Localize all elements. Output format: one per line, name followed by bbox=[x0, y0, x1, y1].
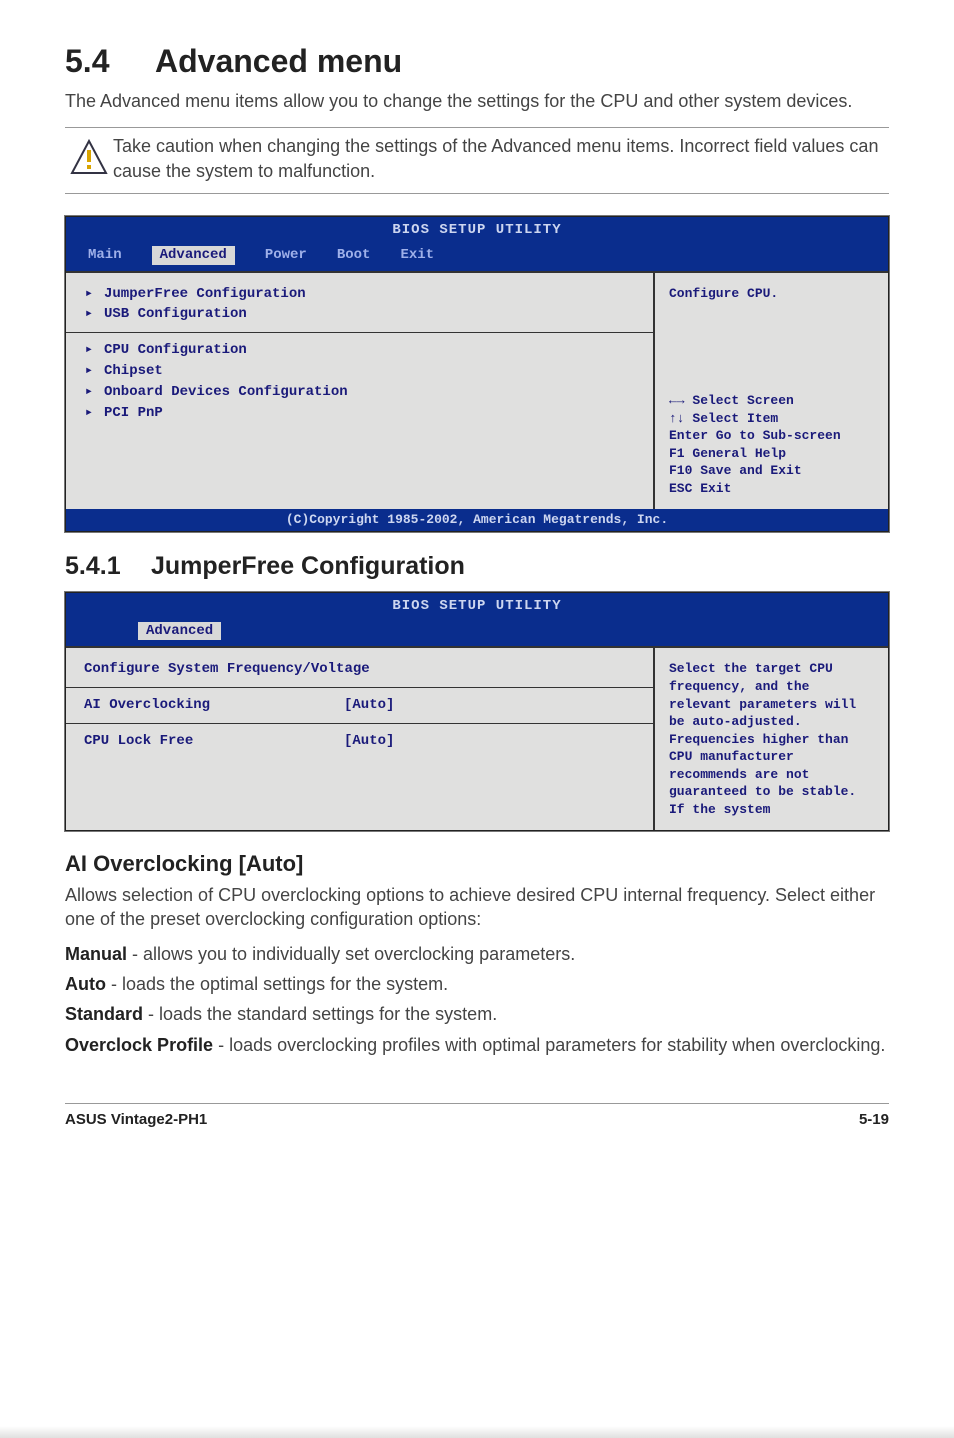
bios-body: ▸ JumperFree Configuration ▸ USB Configura… bbox=[66, 271, 888, 510]
bios-item: ▸ CPU Configuration bbox=[84, 341, 635, 360]
bios-screenshot-advanced: BIOS SETUP UTILITY Main Advanced Power B… bbox=[65, 216, 889, 532]
option-name: Manual bbox=[65, 944, 127, 964]
bios-tab-bar: Main Advanced Power Boot Exit bbox=[66, 246, 888, 271]
bios-divider bbox=[66, 723, 653, 724]
field-heading: AI Overclocking [Auto] bbox=[65, 849, 889, 879]
bios-item: ▸ USB Configuration bbox=[84, 305, 635, 324]
bios-tab-exit: Exit bbox=[400, 246, 434, 265]
option-line: Auto - loads the optimal settings for th… bbox=[65, 972, 889, 996]
field-description: Allows selection of CPU overclocking opt… bbox=[65, 883, 889, 932]
footer-product: ASUS Vintage2-PH1 bbox=[65, 1110, 207, 1130]
fade-decoration bbox=[0, 1426, 954, 1438]
nav-line: ←→ Select Screen bbox=[669, 392, 874, 410]
submenu-arrow-icon: ▸ bbox=[84, 362, 94, 381]
option-name: Auto bbox=[65, 974, 106, 994]
bios-setting-value: [Auto] bbox=[344, 732, 394, 751]
submenu-arrow-icon: ▸ bbox=[84, 285, 94, 304]
bios-item-label: Onboard Devices Configuration bbox=[104, 383, 348, 402]
bios-help-text: Configure CPU. bbox=[669, 285, 874, 303]
bios-help-text: Select the target CPU frequency, and the… bbox=[669, 660, 874, 818]
bios-item-label: PCI PnP bbox=[104, 404, 163, 423]
bios-tab-bar: Advanced bbox=[66, 622, 888, 647]
bios-section-label: Configure System Frequency/Voltage bbox=[84, 660, 635, 679]
submenu-arrow-icon: ▸ bbox=[84, 341, 94, 360]
subsection-number: 5.4.1 bbox=[65, 550, 151, 584]
bios-setting-row: AI Overclocking [Auto] bbox=[84, 696, 635, 715]
nav-line: F10 Save and Exit bbox=[669, 462, 874, 480]
option-name: Overclock Profile bbox=[65, 1035, 213, 1055]
option-line: Standard - loads the standard settings f… bbox=[65, 1002, 889, 1026]
bios-left-panel: Configure System Frequency/Voltage AI Ov… bbox=[66, 648, 653, 830]
option-desc: - loads overclocking profiles with optim… bbox=[213, 1035, 885, 1055]
bios-screenshot-jumperfree: BIOS SETUP UTILITY Advanced Configure Sy… bbox=[65, 592, 889, 832]
bios-tab-boot: Boot bbox=[337, 246, 371, 265]
bios-item: ▸ JumperFree Configuration bbox=[84, 285, 635, 304]
section-number: 5.4 bbox=[65, 40, 155, 83]
section-title-text: Advanced menu bbox=[155, 43, 402, 79]
bios-divider bbox=[66, 332, 653, 333]
bios-left-panel: ▸ JumperFree Configuration ▸ USB Configura… bbox=[66, 273, 653, 510]
nav-line: F1 General Help bbox=[669, 445, 874, 463]
bios-tab-main: Main bbox=[88, 246, 122, 265]
option-name: Standard bbox=[65, 1004, 143, 1024]
bios-divider bbox=[66, 687, 653, 688]
bios-footer: (C)Copyright 1985-2002, American Megatre… bbox=[66, 509, 888, 531]
footer-page-number: 5-19 bbox=[859, 1110, 889, 1130]
bios-item-label: Chipset bbox=[104, 362, 163, 381]
bios-item-label: JumperFree Configuration bbox=[104, 285, 306, 304]
bios-setting-row: CPU Lock Free [Auto] bbox=[84, 732, 635, 751]
bios-title: BIOS SETUP UTILITY bbox=[66, 217, 888, 246]
option-desc: - loads the standard settings for the sy… bbox=[143, 1004, 497, 1024]
bios-tab-advanced: Advanced bbox=[138, 622, 221, 641]
bios-tab-power: Power bbox=[265, 246, 307, 265]
subsection-heading: 5.4.1JumperFree Configuration bbox=[65, 550, 889, 584]
bios-item-label: USB Configuration bbox=[104, 305, 247, 324]
section-heading: 5.4Advanced menu bbox=[65, 40, 889, 83]
submenu-arrow-icon: ▸ bbox=[84, 404, 94, 423]
bios-title: BIOS SETUP UTILITY bbox=[66, 593, 888, 622]
bios-body: Configure System Frequency/Voltage AI Ov… bbox=[66, 646, 888, 830]
submenu-arrow-icon: ▸ bbox=[84, 305, 94, 324]
section-intro: The Advanced menu items allow you to cha… bbox=[65, 89, 889, 113]
bios-item: ▸ Onboard Devices Configuration bbox=[84, 383, 635, 402]
bios-nav-help: ←→ Select Screen ↑↓ Select Item Enter Go… bbox=[669, 392, 874, 497]
page-footer: ASUS Vintage2-PH1 5-19 bbox=[65, 1103, 889, 1130]
bios-setting-label: AI Overclocking bbox=[84, 696, 344, 715]
bios-setting-label: CPU Lock Free bbox=[84, 732, 344, 751]
subsection-title: JumperFree Configuration bbox=[151, 552, 465, 580]
nav-line: Enter Go to Sub-screen bbox=[669, 427, 874, 445]
option-desc: - loads the optimal settings for the sys… bbox=[106, 974, 448, 994]
caution-block: Take caution when changing the settings … bbox=[65, 127, 889, 193]
bios-item: ▸ PCI PnP bbox=[84, 404, 635, 423]
bios-tab-advanced: Advanced bbox=[152, 246, 235, 265]
option-line: Manual - allows you to individually set … bbox=[65, 942, 889, 966]
bios-help-panel: Configure CPU. ←→ Select Screen ↑↓ Selec… bbox=[653, 273, 888, 510]
nav-line: ESC Exit bbox=[669, 480, 874, 498]
fade-decoration bbox=[66, 818, 653, 830]
option-line: Overclock Profile - loads overclocking p… bbox=[65, 1033, 889, 1057]
bios-help-panel: Select the target CPU frequency, and the… bbox=[653, 648, 888, 830]
caution-text: Take caution when changing the settings … bbox=[113, 134, 889, 183]
bios-setting-value: [Auto] bbox=[344, 696, 394, 715]
bios-item-label: CPU Configuration bbox=[104, 341, 247, 360]
caution-icon bbox=[65, 134, 113, 184]
option-desc: - allows you to individually set overclo… bbox=[127, 944, 575, 964]
submenu-arrow-icon: ▸ bbox=[84, 383, 94, 402]
nav-line: ↑↓ Select Item bbox=[669, 410, 874, 428]
bios-item: ▸ Chipset bbox=[84, 362, 635, 381]
